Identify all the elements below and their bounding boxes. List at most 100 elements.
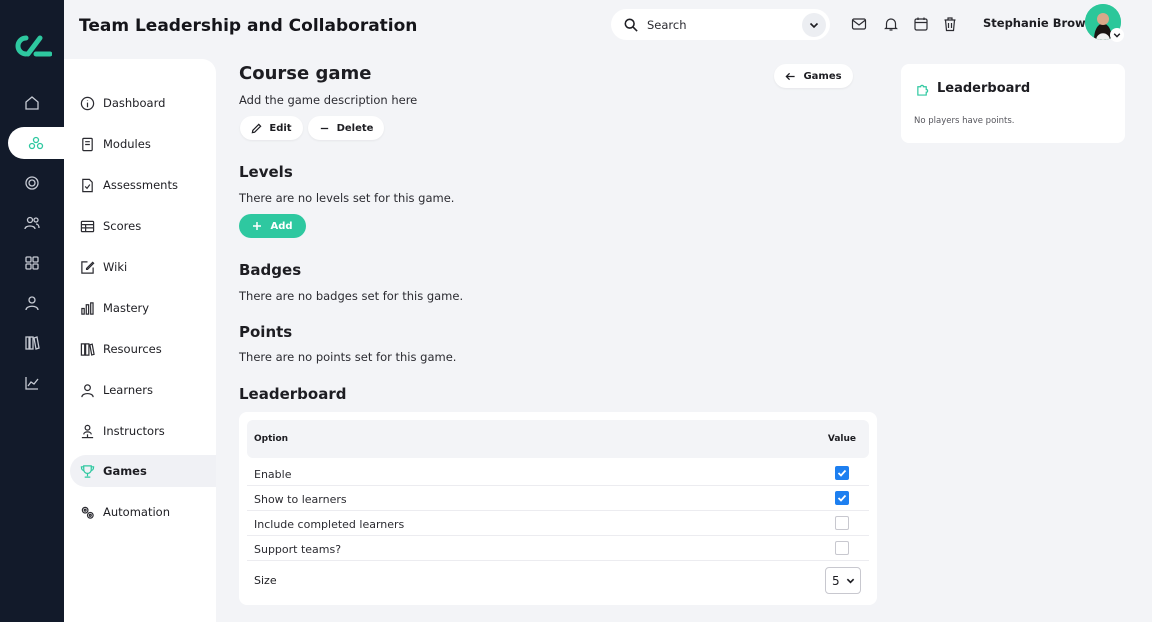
search-input[interactable]: Search xyxy=(647,18,802,32)
game-title: Course game xyxy=(239,63,372,84)
book-icon xyxy=(82,137,93,151)
sidebar-item-mastery[interactable]: Mastery xyxy=(70,292,216,324)
levels-heading: Levels xyxy=(239,163,293,181)
table-icon xyxy=(80,220,95,232)
app-rail xyxy=(0,0,64,622)
arrow-left-icon xyxy=(785,72,796,80)
delete-button-label: Delete xyxy=(336,122,374,134)
rail-analytics[interactable] xyxy=(0,367,64,399)
table-row: Include completed learners xyxy=(247,511,869,536)
grid-icon xyxy=(25,256,39,270)
rail-grid[interactable] xyxy=(0,247,64,279)
table-row: Size 5 xyxy=(247,563,869,597)
levels-empty-text: There are no levels set for this game. xyxy=(239,191,455,205)
sidebar-item-label: Automation xyxy=(103,505,170,519)
column-option-header: Option xyxy=(254,434,289,444)
game-description: Add the game description here xyxy=(239,93,418,107)
table-row: Enable xyxy=(247,461,869,486)
sidebar-item-label: Assessments xyxy=(103,178,178,192)
rail-library[interactable] xyxy=(0,327,64,359)
size-select[interactable]: 5 xyxy=(825,567,861,594)
option-label: Show to learners xyxy=(254,493,347,506)
user-name[interactable]: Stephanie Brown xyxy=(983,16,1094,30)
edit-icon xyxy=(81,260,95,274)
badges-empty-text: There are no badges set for this game. xyxy=(239,289,464,303)
page-title: Team Leadership and Collaboration xyxy=(79,16,418,36)
sidebar-item-label: Mastery xyxy=(103,301,150,315)
points-empty-text: There are no points set for this game. xyxy=(239,350,457,364)
sidebar-item-label: Resources xyxy=(103,342,162,356)
course-sidebar: Dashboard Modules Assessments Scores Wik… xyxy=(64,59,216,622)
instructor-icon xyxy=(81,424,94,438)
include-completed-checkbox[interactable] xyxy=(835,516,849,530)
trophy-icon xyxy=(80,464,95,478)
rail-courses[interactable] xyxy=(8,127,64,159)
sidebar-item-instructors[interactable]: Instructors xyxy=(70,415,216,447)
rail-people[interactable] xyxy=(0,207,64,239)
person-icon xyxy=(25,296,39,311)
leaderboard-panel-title: Leaderboard xyxy=(937,81,1031,96)
sidebar-item-label: Instructors xyxy=(103,424,165,438)
leaderboard-heading: Leaderboard xyxy=(239,385,347,403)
back-button-label: Games xyxy=(803,70,842,82)
rail-home[interactable] xyxy=(0,87,64,119)
table-row: Show to learners xyxy=(247,486,869,511)
option-label: Include completed learners xyxy=(254,518,405,531)
sidebar-item-dashboard[interactable]: Dashboard xyxy=(70,87,216,119)
bar-chart-icon xyxy=(81,301,94,315)
user-menu-button[interactable] xyxy=(1110,28,1124,42)
bell-icon[interactable] xyxy=(883,16,899,32)
edit-button[interactable]: Edit xyxy=(240,116,303,140)
sidebar-item-modules[interactable]: Modules xyxy=(70,128,216,160)
back-to-games-button[interactable]: Games xyxy=(774,64,853,88)
sidebar-item-assessments[interactable]: Assessments xyxy=(70,169,216,201)
chevron-down-icon xyxy=(846,578,854,584)
enable-checkbox[interactable] xyxy=(835,466,849,480)
rail-target[interactable] xyxy=(0,167,64,199)
badges-heading: Badges xyxy=(239,261,302,279)
leaderboard-settings-table: Option Value Enable Show to learners Inc… xyxy=(239,412,877,605)
calendar-icon[interactable] xyxy=(913,16,929,32)
document-check-icon xyxy=(82,178,93,192)
target-icon xyxy=(25,176,39,190)
edit-button-label: Edit xyxy=(269,122,292,134)
puzzle-icon xyxy=(917,84,929,96)
sidebar-item-learners[interactable]: Learners xyxy=(70,374,216,406)
size-value: 5 xyxy=(832,573,840,588)
chart-icon xyxy=(25,377,39,390)
delete-button[interactable]: Delete xyxy=(308,116,384,140)
sidebar-item-label: Dashboard xyxy=(103,96,166,110)
trash-icon[interactable] xyxy=(942,16,958,32)
sidebar-item-label: Modules xyxy=(103,137,151,151)
add-level-button[interactable]: Add xyxy=(239,214,306,238)
sidebar-item-scores[interactable]: Scores xyxy=(70,210,216,242)
rail-profile[interactable] xyxy=(0,287,64,319)
person-icon xyxy=(81,383,94,397)
sidebar-item-label: Wiki xyxy=(103,260,128,274)
chevron-down-icon xyxy=(1113,33,1121,38)
plus-icon xyxy=(253,222,262,230)
points-heading: Points xyxy=(239,323,293,341)
table-row: Support teams? xyxy=(247,536,869,561)
sidebar-item-games[interactable]: Games xyxy=(70,455,216,487)
chevron-down-icon xyxy=(809,22,819,28)
support-teams-checkbox[interactable] xyxy=(835,541,849,555)
mail-icon[interactable] xyxy=(851,16,867,32)
column-value-header: Value xyxy=(827,434,856,444)
people-icon xyxy=(24,216,40,230)
info-icon xyxy=(80,96,95,110)
sidebar-item-resources[interactable]: Resources xyxy=(70,333,216,365)
search-bar[interactable]: Search xyxy=(611,9,830,40)
show-to-learners-checkbox[interactable] xyxy=(835,491,849,505)
size-label: Size xyxy=(254,574,277,587)
pencil-icon xyxy=(252,123,262,133)
leaderboard-panel: Leaderboard No players have points. xyxy=(901,64,1125,143)
sidebar-item-automation[interactable]: Automation xyxy=(70,496,216,528)
app-logo-icon[interactable] xyxy=(12,32,52,60)
search-icon xyxy=(624,18,638,32)
sidebar-item-wiki[interactable]: Wiki xyxy=(70,251,216,283)
search-dropdown-button[interactable] xyxy=(802,12,826,37)
sidebar-item-label: Learners xyxy=(103,383,153,397)
sidebar-item-label: Games xyxy=(103,464,147,478)
check-icon xyxy=(837,469,847,477)
